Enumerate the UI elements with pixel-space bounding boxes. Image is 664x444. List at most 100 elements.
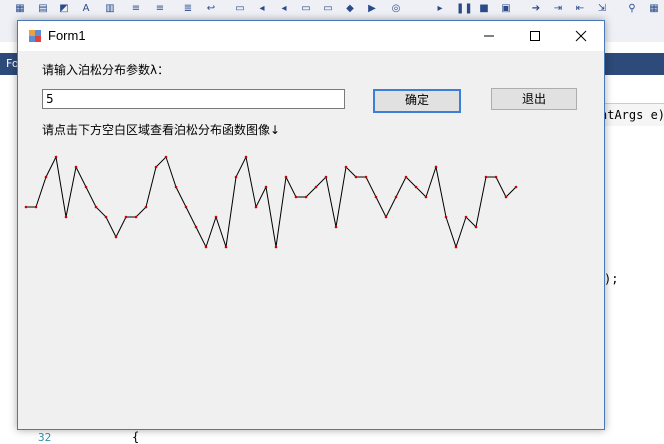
data-point (144, 205, 148, 209)
exit-button[interactable]: 退出 (491, 88, 577, 110)
toolbar-icon[interactable]: ▤ (37, 3, 49, 15)
data-point (104, 215, 108, 219)
data-point (124, 215, 128, 219)
data-point (474, 225, 478, 229)
toolbar-icon[interactable]: ◆ (344, 3, 356, 15)
data-point (344, 165, 348, 169)
toolbar-icon[interactable]: ⚲ (626, 3, 638, 15)
ide-code-fragment: ); (604, 272, 619, 286)
data-point (484, 175, 488, 179)
toolbar-icon[interactable]: ➔ (530, 3, 542, 15)
form-window: Form1 请输入泊松分布参数λ： 5 确定 退出 请点击下方空白区域查看泊松分… (17, 20, 605, 430)
data-point (284, 175, 288, 179)
close-button[interactable] (558, 21, 604, 51)
data-point (234, 175, 238, 179)
data-point (34, 205, 38, 209)
toolbar-icon[interactable]: ≣ (182, 3, 194, 15)
maximize-icon (530, 31, 540, 41)
data-point (334, 225, 338, 229)
data-point (74, 165, 78, 169)
toolbar-icon[interactable]: ≡ (130, 3, 142, 15)
data-point (464, 215, 468, 219)
ide-member-dropdown[interactable]: ntArgs e) (600, 103, 664, 127)
data-point (504, 195, 508, 199)
ide-code-brace: { (132, 430, 140, 444)
data-point (424, 195, 428, 199)
toolbar-icon[interactable]: A (80, 3, 92, 15)
app-icon (29, 30, 41, 42)
lambda-input[interactable]: 5 (42, 89, 345, 109)
toolbar-icon[interactable]: ⇥ (552, 3, 564, 15)
maximize-button[interactable] (512, 21, 558, 51)
toolbar-icon[interactable]: ▦ (648, 3, 660, 15)
confirm-button[interactable]: 确定 (373, 89, 461, 113)
toolbar-icon[interactable]: ▥ (104, 3, 116, 15)
data-point (164, 155, 168, 159)
data-point (64, 215, 68, 219)
toolbar-icon[interactable]: ⇲ (596, 3, 608, 15)
toolbar-icon[interactable]: ≡ (154, 3, 166, 15)
data-point (154, 165, 158, 169)
data-point (44, 175, 48, 179)
ide-member-dropdown-text: ntArgs e) (600, 108, 664, 122)
data-point (294, 195, 298, 199)
data-point (24, 205, 28, 209)
toolbar-icon[interactable]: ⇤ (574, 3, 586, 15)
series-line (26, 155, 517, 249)
toolbar-icon[interactable]: ◎ (390, 3, 402, 15)
ide-toolbar: ▦ ▤ ◩ A ▥ ≡ ≡ ≣ ↩ ▭ ◂ ◂ ▭ ▭ ◆ ▶ ◎ ▸ ❚❚ ■… (0, 0, 664, 21)
window-title: Form1 (48, 28, 86, 43)
data-point (264, 185, 268, 189)
data-point (244, 155, 248, 159)
data-point (174, 185, 178, 189)
data-point (304, 195, 308, 199)
title-bar[interactable]: Form1 (18, 21, 604, 51)
data-point (314, 185, 318, 189)
data-point (194, 225, 198, 229)
ide-document-tab[interactable]: Fo (0, 53, 19, 75)
close-icon (575, 30, 587, 42)
data-point (204, 245, 208, 249)
ide-line-number: 32 (38, 431, 52, 444)
data-point (364, 175, 368, 179)
data-point (404, 175, 408, 179)
toolbar-icon[interactable]: ❚❚ (456, 3, 473, 15)
toolbar-icon[interactable]: ▸ (434, 3, 446, 15)
data-point (384, 215, 388, 219)
data-point (444, 215, 448, 219)
toolbar-icon[interactable]: ▶ (366, 3, 378, 15)
data-point (214, 215, 218, 219)
data-point (134, 215, 138, 219)
minimize-icon (484, 35, 494, 37)
toolbar-icon[interactable]: ↩ (205, 3, 217, 15)
ide-tab-strip (600, 53, 664, 75)
toolbar-icon[interactable]: ■ (478, 3, 490, 15)
data-point (94, 205, 98, 209)
toolbar-icon[interactable]: ▣ (500, 3, 512, 15)
plot-hint-label: 请点击下方空白区域查看泊松分布函数图像↓ (42, 123, 281, 137)
data-point (494, 175, 498, 179)
toolbar-icon[interactable]: ◩ (58, 3, 70, 15)
data-point (374, 195, 378, 199)
data-point (254, 205, 258, 209)
toolbar-icon[interactable]: ▭ (234, 3, 246, 15)
data-point (184, 205, 188, 209)
data-point (324, 175, 328, 179)
toolbar-icon[interactable]: ▦ (14, 3, 26, 15)
data-point (514, 185, 518, 189)
data-point (434, 165, 438, 169)
data-point (274, 245, 278, 249)
toolbar-icon[interactable]: ◂ (278, 3, 290, 15)
toolbar-icon[interactable]: ▭ (300, 3, 312, 15)
data-point (224, 245, 228, 249)
poisson-plot-area[interactable] (18, 147, 538, 287)
minimize-button[interactable] (466, 21, 512, 51)
lambda-prompt-label: 请输入泊松分布参数λ： (42, 63, 170, 77)
data-point (414, 185, 418, 189)
data-point (394, 195, 398, 199)
toolbar-icon[interactable]: ▭ (322, 3, 334, 15)
toolbar-icon[interactable]: ◂ (256, 3, 268, 15)
data-point (54, 155, 58, 159)
data-point (454, 245, 458, 249)
data-point (354, 175, 358, 179)
